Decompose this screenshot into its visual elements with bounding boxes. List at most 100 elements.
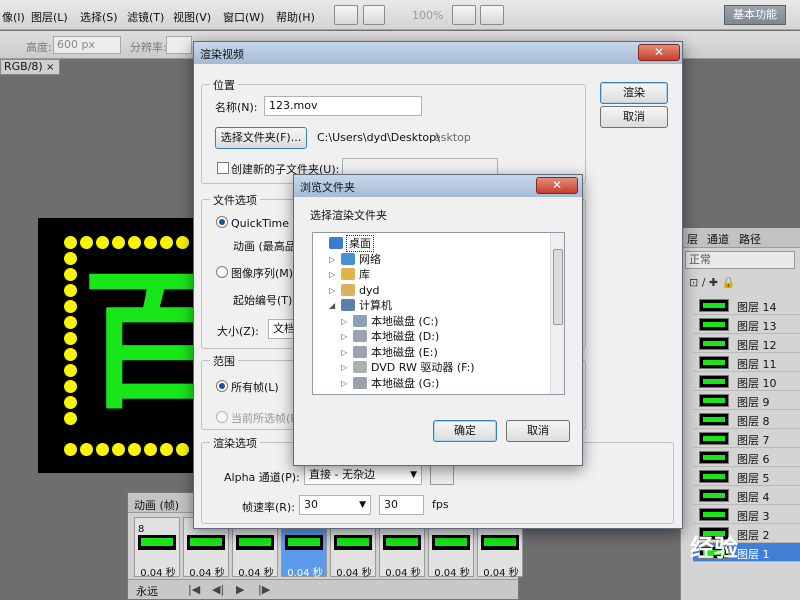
next-frame-icon[interactable]: |▶: [258, 583, 270, 596]
yellow-dot: [176, 443, 189, 456]
menu-image[interactable]: 像(I): [2, 9, 25, 25]
layer-row[interactable]: 图层 14: [693, 296, 800, 315]
tree-scrollbar-thumb[interactable]: [553, 249, 563, 325]
size-label: 大小(Z):: [217, 325, 259, 338]
layer-thumbnail: [699, 337, 729, 350]
layer-row[interactable]: 图层 11: [693, 353, 800, 372]
menu-help[interactable]: 帮助(H): [276, 9, 315, 25]
fps-unit-label: fps: [432, 498, 449, 511]
name-input[interactable]: 123.mov: [264, 96, 422, 116]
collapse-arrow-icon[interactable]: ◢: [329, 298, 335, 313]
computer-icon: [341, 299, 355, 311]
zoom-level[interactable]: 100%: [412, 9, 443, 22]
resolution-label: 分辨率:: [130, 41, 167, 54]
all-frames-radio[interactable]: [216, 380, 228, 392]
frame-duration[interactable]: 0.04 秒: [478, 564, 524, 579]
expand-arrow-icon[interactable]: ▷: [341, 314, 347, 329]
render-cancel-button[interactable]: 取消: [600, 106, 668, 128]
current-frames-radio[interactable]: [216, 411, 228, 423]
height-label: 高度:: [26, 41, 52, 54]
expand-arrow-icon[interactable]: ▷: [341, 376, 347, 391]
layer-name: 图层 3: [737, 510, 770, 523]
quicktime-radio[interactable]: [216, 216, 228, 228]
frame-duration[interactable]: 0.04 秒: [282, 564, 328, 579]
alpha-channel-select[interactable]: 直接 - 无杂边 ▼: [304, 465, 422, 485]
frame-duration[interactable]: 0.04 秒: [135, 564, 181, 579]
layer-row[interactable]: 图层 10: [693, 372, 800, 391]
watermark-text: 经验: [690, 534, 738, 562]
menu-window[interactable]: 窗口(W): [223, 9, 264, 25]
expand-arrow-icon[interactable]: ▷: [341, 360, 347, 375]
frame-duration[interactable]: 0.04 秒: [380, 564, 426, 579]
image-sequence-radio[interactable]: [216, 266, 228, 278]
menu-select[interactable]: 选择(S): [80, 9, 118, 25]
arrange-documents-button[interactable]: [452, 5, 476, 25]
tab-layers[interactable]: 层: [687, 231, 698, 247]
hand-tool-icon[interactable]: [363, 5, 385, 25]
workspace-button[interactable]: 基本功能: [724, 5, 786, 25]
resolution-input[interactable]: [166, 36, 192, 54]
prev-frame-icon[interactable]: ◀|: [212, 583, 224, 596]
blend-mode-select[interactable]: 正常: [685, 251, 795, 269]
browse-folder-dialog: 浏览文件夹 ✕ 选择渲染文件夹 桌面 ▷ 网络 ▷ 库 ▷ dyd ◢ 计算机 ▷ 本地磁盘 (C:…: [293, 174, 583, 466]
layer-row[interactable]: 图层 13: [693, 315, 800, 334]
layer-name: 图层 11: [737, 358, 777, 371]
browse-cancel-button[interactable]: 取消: [506, 420, 570, 442]
browse-close-button[interactable]: ✕: [536, 177, 578, 194]
expand-arrow-icon[interactable]: ▷: [329, 252, 335, 267]
loop-select[interactable]: 永远: [136, 583, 158, 599]
choose-folder-button[interactable]: 选择文件夹(F)...: [215, 127, 307, 149]
menu-layer[interactable]: 图层(L): [31, 9, 68, 25]
frame-duration[interactable]: 0.04 秒: [331, 564, 377, 579]
tab-channels[interactable]: 通道: [707, 231, 729, 247]
layers-panel-tabs: 层 通道 路径: [681, 228, 800, 248]
screen-layout-button[interactable]: [480, 5, 504, 25]
layer-row[interactable]: 图层 8: [693, 410, 800, 429]
layer-row[interactable]: 图层 9: [693, 391, 800, 410]
layer-thumbnail: [699, 318, 729, 331]
height-input[interactable]: 600 px: [53, 36, 121, 54]
render-button[interactable]: 渲染: [600, 82, 668, 104]
browse-ok-button[interactable]: 确定: [433, 420, 497, 442]
frame-duration[interactable]: 0.04 秒: [429, 564, 475, 579]
expand-arrow-icon[interactable]: ▷: [341, 345, 347, 360]
tree-scrollbar[interactable]: [550, 233, 564, 394]
document-tab[interactable]: RGB/8) ×: [0, 59, 60, 75]
layer-row[interactable]: 图层 4: [693, 486, 800, 505]
layer-row[interactable]: 图层 7: [693, 429, 800, 448]
expand-arrow-icon[interactable]: ▷: [341, 329, 347, 344]
tree-item-label: 计算机: [359, 299, 392, 312]
expand-arrow-icon[interactable]: ▷: [329, 267, 335, 282]
menu-filter[interactable]: 滤镜(T): [127, 9, 164, 25]
layer-name: 图层 12: [737, 339, 777, 352]
screen-mode-button[interactable]: [334, 5, 358, 25]
tab-paths[interactable]: 路径: [739, 231, 761, 247]
play-icon[interactable]: ▶: [236, 583, 244, 596]
folder-path-overflow: esktop: [434, 131, 471, 144]
layer-row[interactable]: 图层 12: [693, 334, 800, 353]
yellow-dot: [64, 332, 77, 345]
frame-thumbnail: [285, 535, 323, 550]
animation-panel-title[interactable]: 动画 (帧): [134, 497, 179, 513]
tree-item-label: 本地磁盘 (E:): [371, 345, 438, 359]
frame-rate-input[interactable]: 30: [379, 495, 424, 515]
frame-rate-select[interactable]: 30 ▼: [299, 495, 371, 515]
first-frame-icon[interactable]: |◀: [188, 583, 200, 596]
render-video-titlebar: 渲染视频 ✕: [194, 42, 682, 64]
layer-row[interactable]: 图层 6: [693, 448, 800, 467]
frame-thumbnail: [334, 535, 372, 550]
frame-duration[interactable]: 0.04 秒: [184, 564, 230, 579]
subfolder-checkbox[interactable]: [217, 162, 229, 174]
layer-row[interactable]: 图层 3: [693, 505, 800, 524]
layer-row[interactable]: 图层 5: [693, 467, 800, 486]
yellow-dot: [128, 236, 141, 249]
expand-arrow-icon[interactable]: ▷: [329, 283, 335, 298]
menu-view[interactable]: 视图(V): [173, 9, 211, 25]
lock-icons[interactable]: ⊡ ∕ ✚ 🔒: [689, 276, 797, 292]
matte-color-swatch[interactable]: [430, 465, 454, 485]
layer-thumbnail: [699, 375, 729, 388]
frame-duration[interactable]: 0.04 秒: [233, 564, 279, 579]
close-document-icon[interactable]: ×: [46, 61, 54, 75]
yellow-dot: [64, 300, 77, 313]
render-close-button[interactable]: ✕: [638, 44, 680, 61]
